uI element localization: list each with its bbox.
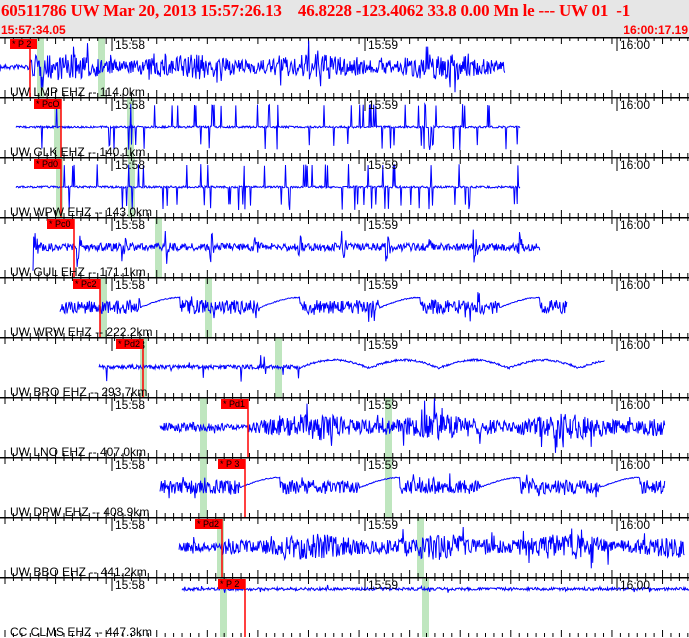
seismogram-panels: 15:58 15:59 16:00 * P 2 UW LMP EHZ -- 114.0k… bbox=[0, 37, 689, 638]
phase-pick-label[interactable]: * P 3 bbox=[218, 459, 245, 469]
time-label: 16:00 bbox=[620, 218, 651, 232]
time-label: 15:59 bbox=[368, 398, 399, 412]
seismic-trace bbox=[15, 164, 521, 211]
channel-label: UW GLK EHZ -- 140.1km bbox=[10, 145, 146, 157]
time-label: 15:58 bbox=[115, 458, 146, 472]
phase-pick-label[interactable]: * Pd1 bbox=[221, 399, 248, 409]
time-label: 15:59 bbox=[368, 278, 399, 292]
channel-panel[interactable]: 15:58 15:59 16:00 * P 2 CC CLMS EHZ -- 447.3… bbox=[0, 577, 689, 637]
seismic-trace bbox=[59, 292, 568, 322]
phase-pick-label[interactable]: * Pd0 bbox=[34, 159, 61, 169]
channel-panel[interactable]: 15:58 15:59 16:00 * Pc2 UW WRW EHZ -- 222.2k… bbox=[0, 277, 689, 337]
phase-pick-label[interactable]: * PcO bbox=[34, 99, 61, 109]
channel-label: UW WRW EHZ -- 222.2km bbox=[10, 325, 153, 337]
time-label: 16:00 bbox=[620, 578, 651, 592]
time-label: 15:58 bbox=[115, 278, 146, 292]
time-label: 15:59 bbox=[368, 458, 399, 472]
channel-panel[interactable]: 15:58 15:59 16:00 * Pd2 UW BBO EHZ -- 441.2k… bbox=[0, 517, 689, 577]
channel-label: UW LNO EHZ -- 407.0km bbox=[10, 445, 147, 457]
channel-panel[interactable]: 15:58 15:59 16:00 * Pd1 UW LNO EHZ -- 407.0k… bbox=[0, 397, 689, 457]
seismic-trace bbox=[178, 526, 685, 569]
phase-pick-label[interactable]: * Pd2 bbox=[116, 339, 143, 349]
time-label: 16:00 bbox=[620, 38, 651, 52]
seismic-trace bbox=[159, 473, 666, 499]
seismic-trace bbox=[181, 584, 689, 593]
event-header: 60511786 UW Mar 20, 2013 15:57:26.13 46.… bbox=[0, 0, 689, 37]
time-label: 15:59 bbox=[368, 338, 399, 352]
channel-panel[interactable]: 15:58 15:59 16:00 * P 3 UW DPW EHZ -- 408.9k… bbox=[0, 457, 689, 517]
phase-pick-label[interactable]: * Pd2 bbox=[195, 519, 222, 529]
phase-pick-label[interactable]: * P 2 bbox=[10, 39, 37, 49]
channel-panel[interactable]: 15:5815:5916:00* Pd2UW BRO EHZ -- 293.7k… bbox=[0, 337, 689, 397]
time-label: 15:59 bbox=[368, 98, 399, 112]
channel-panel[interactable]: 15:58 15:59 16:00 * Pc0 UW GUL EHZ -- 171.1k… bbox=[0, 217, 689, 277]
time-label: 16:00 bbox=[620, 518, 651, 532]
channel-label: UW WPW EHZ -- 143.0km bbox=[10, 205, 153, 217]
time-label: 16:00 bbox=[620, 98, 651, 112]
end-time: 16:00:17.19 bbox=[623, 23, 688, 37]
phase-pick-label[interactable]: * Pc2 bbox=[73, 279, 100, 289]
time-label: 15:58 bbox=[115, 578, 146, 592]
time-label: 16:00 bbox=[620, 338, 651, 352]
time-label: 15:58 bbox=[115, 38, 146, 52]
channel-label: UW DPW EHZ -- 408.9km bbox=[10, 505, 150, 517]
time-label: 15:58 bbox=[115, 398, 146, 412]
channel-panel[interactable]: 15:58 15:59 16:00 * P 2 UW LMP EHZ -- 114.0k… bbox=[0, 37, 689, 97]
start-time: 15:57:34.05 bbox=[1, 23, 66, 37]
time-label: 15:58 bbox=[115, 518, 146, 532]
phase-pick-label[interactable]: * P 2 bbox=[218, 579, 245, 589]
time-label: 16:00 bbox=[620, 398, 651, 412]
time-label: 16:00 bbox=[620, 458, 651, 472]
time-label: 15:58 bbox=[115, 158, 146, 172]
time-label: 15:59 bbox=[368, 158, 399, 172]
time-label: 15:58 bbox=[115, 218, 146, 232]
time-label: 15:59 bbox=[368, 218, 399, 232]
phase-pick-label[interactable]: * Pc0 bbox=[47, 219, 74, 229]
channel-label: UW BBO EHZ -- 441.2km bbox=[10, 565, 147, 577]
time-label: 15:59 bbox=[368, 578, 399, 592]
seismic-trace bbox=[98, 355, 605, 382]
channel-label: CC CLMS EHZ -- 447.3km bbox=[10, 625, 153, 637]
channel-label: UW LMP EHZ -- 114.0km bbox=[10, 85, 145, 97]
seismic-trace bbox=[15, 102, 521, 151]
channel-label: UW BRO EHZ -- 293.7km bbox=[10, 385, 148, 397]
time-label: 16:00 bbox=[620, 278, 651, 292]
time-label: 15:59 bbox=[368, 38, 399, 52]
channel-panel[interactable]: 15:58 15:59 16:00 * Pd0 UW WPW EHZ -- 143.0k… bbox=[0, 157, 689, 217]
time-window bbox=[422, 578, 429, 637]
time-label: 16:00 bbox=[620, 158, 651, 172]
channel-panel[interactable]: 15:58 15:59 16:00 * PcO UW GLK EHZ -- 140.1k… bbox=[0, 97, 689, 157]
time-label: 15:59 bbox=[368, 518, 399, 532]
event-title: 60511786 UW Mar 20, 2013 15:57:26.13 46.… bbox=[1, 1, 631, 20]
time-label: 15:58 bbox=[115, 98, 146, 112]
channel-label: UW GUL EHZ -- 171.1km bbox=[10, 265, 146, 277]
